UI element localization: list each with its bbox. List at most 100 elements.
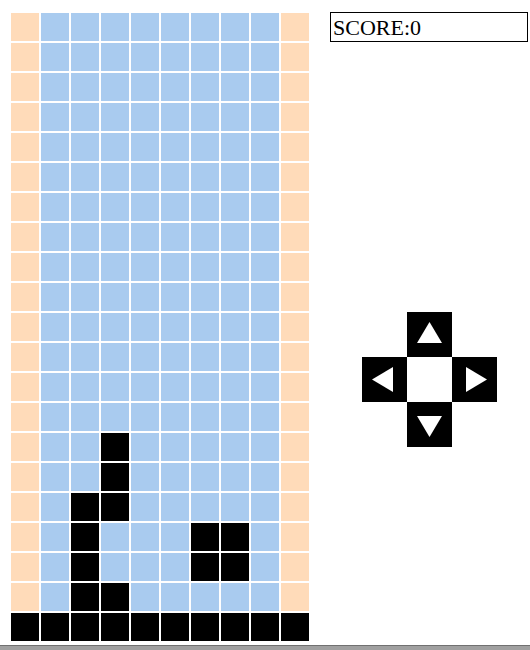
board-cell — [250, 372, 280, 402]
board-cell — [160, 12, 190, 42]
game-board — [10, 12, 310, 642]
board-cell — [190, 192, 220, 222]
down-button[interactable] — [407, 402, 452, 447]
board-cell — [220, 132, 250, 162]
board-row — [10, 372, 310, 402]
board-cell — [160, 612, 190, 642]
board-cell — [280, 252, 310, 282]
board-cell — [10, 192, 40, 222]
board-cell — [190, 12, 220, 42]
board-cell — [280, 162, 310, 192]
board-cell — [190, 252, 220, 282]
board-row — [10, 222, 310, 252]
board-cell — [130, 342, 160, 372]
board-cell — [250, 282, 280, 312]
board-cell — [100, 402, 130, 432]
board-cell — [160, 552, 190, 582]
board-cell — [220, 432, 250, 462]
board-cell — [100, 552, 130, 582]
board-cell — [160, 432, 190, 462]
board-cell — [70, 582, 100, 612]
up-button[interactable] — [407, 312, 452, 357]
board-cell — [190, 282, 220, 312]
board-cell — [70, 42, 100, 72]
board-cell — [280, 522, 310, 552]
board-cell — [190, 402, 220, 432]
board-cell — [100, 372, 130, 402]
board-cell — [220, 102, 250, 132]
board-cell — [220, 612, 250, 642]
board-cell — [280, 582, 310, 612]
board-cell — [100, 42, 130, 72]
board-cell — [40, 522, 70, 552]
board-cell — [10, 282, 40, 312]
board-cell — [160, 582, 190, 612]
board-cell — [220, 312, 250, 342]
board-row — [10, 252, 310, 282]
board-cell — [220, 162, 250, 192]
board-cell — [220, 522, 250, 552]
board-cell — [10, 252, 40, 282]
board-cell — [130, 192, 160, 222]
board-cell — [40, 462, 70, 492]
board-cell — [100, 492, 130, 522]
board-cell — [280, 282, 310, 312]
board-cell — [250, 402, 280, 432]
board-cell — [220, 12, 250, 42]
board-cell — [130, 462, 160, 492]
board-cell — [10, 42, 40, 72]
board-cell — [220, 462, 250, 492]
board-cell — [280, 312, 310, 342]
board-cell — [280, 222, 310, 252]
board-cell — [100, 192, 130, 222]
board-cell — [280, 72, 310, 102]
board-cell — [70, 312, 100, 342]
board-cell — [280, 612, 310, 642]
board-cell — [40, 72, 70, 102]
board-cell — [190, 132, 220, 162]
board-cell — [70, 612, 100, 642]
bottom-bar — [0, 645, 530, 650]
board-row — [10, 342, 310, 372]
board-cell — [220, 402, 250, 432]
board-cell — [70, 552, 100, 582]
board-cell — [190, 582, 220, 612]
board-cell — [10, 432, 40, 462]
board-cell — [220, 552, 250, 582]
board-cell — [190, 492, 220, 522]
board-row — [10, 432, 310, 462]
board-cell — [40, 252, 70, 282]
board-cell — [160, 42, 190, 72]
board-cell — [10, 522, 40, 552]
board-cell — [160, 342, 190, 372]
board-cell — [130, 12, 160, 42]
board-cell — [280, 132, 310, 162]
board-row — [10, 612, 310, 642]
right-button[interactable] — [452, 357, 497, 402]
board-cell — [130, 132, 160, 162]
pad-center — [407, 357, 452, 402]
direction-pad — [362, 312, 497, 447]
board-row — [10, 42, 310, 72]
board-cell — [130, 252, 160, 282]
down-arrow-icon — [407, 402, 452, 447]
board-cell — [100, 612, 130, 642]
board-cell — [100, 132, 130, 162]
board-row — [10, 192, 310, 222]
board-cell — [40, 552, 70, 582]
board-cell — [160, 312, 190, 342]
board-cell — [250, 312, 280, 342]
board-cell — [100, 12, 130, 42]
board-cell — [70, 462, 100, 492]
board-cell — [160, 462, 190, 492]
board-row — [10, 582, 310, 612]
board-cell — [250, 102, 280, 132]
board-cell — [10, 342, 40, 372]
board-row — [10, 132, 310, 162]
left-button[interactable] — [362, 357, 407, 402]
board-cell — [130, 402, 160, 432]
board-row — [10, 522, 310, 552]
board-cell — [10, 612, 40, 642]
board-cell — [100, 72, 130, 102]
board-cell — [190, 342, 220, 372]
